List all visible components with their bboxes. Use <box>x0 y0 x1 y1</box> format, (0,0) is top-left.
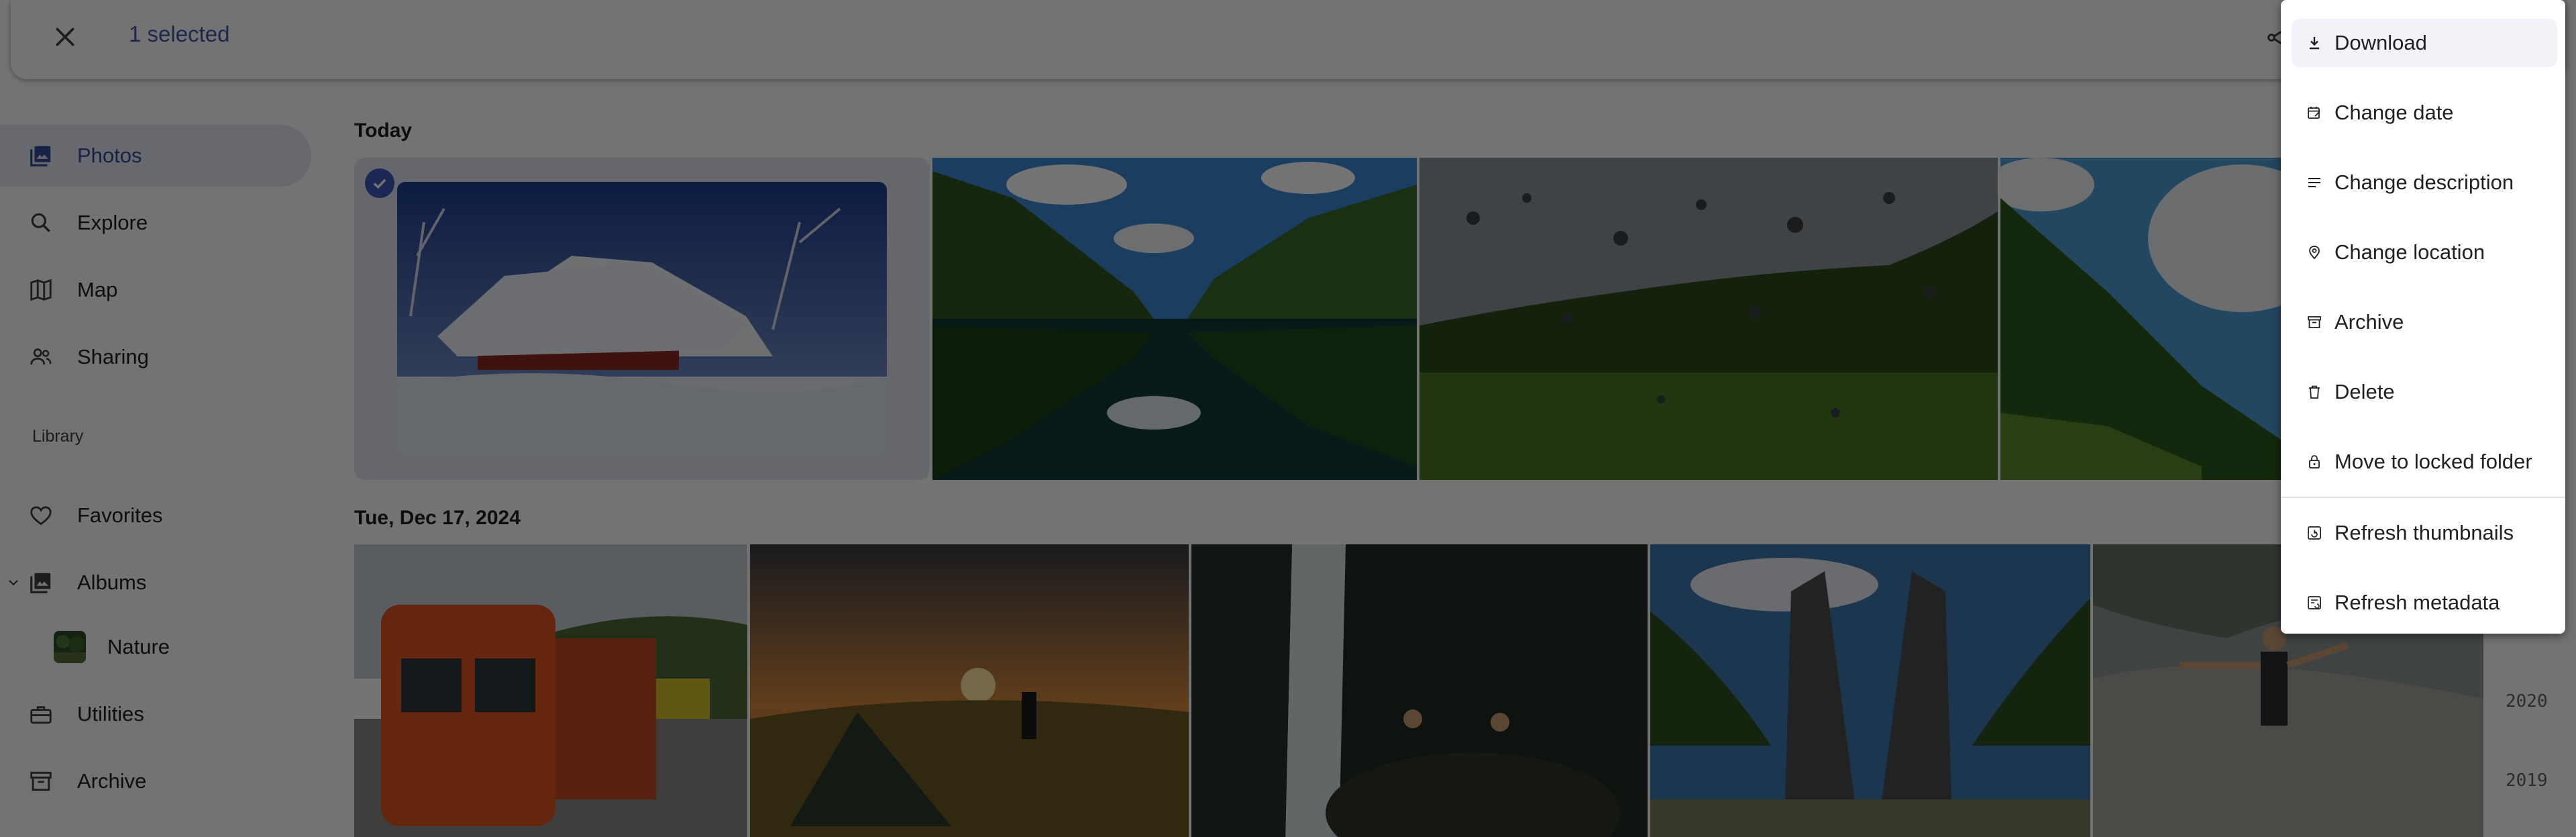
calendar-edit-icon <box>2305 103 2324 122</box>
photo-snow-house[interactable] <box>397 182 887 456</box>
menu-item-download[interactable]: Download <box>2292 19 2557 67</box>
photo-tent-sunset[interactable] <box>750 544 1189 837</box>
sidebar-item-label: Utilities <box>77 702 144 726</box>
menu-item-refresh-thumbnails[interactable]: Refresh thumbnails <box>2281 502 2565 564</box>
year-label-2019[interactable]: 2019 <box>2506 771 2548 791</box>
menu-item-label: Change date <box>2334 101 2454 124</box>
chevron-down-icon[interactable] <box>5 575 21 591</box>
people-icon <box>25 342 56 373</box>
actions-menu: Download Change date Change description … <box>2281 0 2565 634</box>
location-edit-icon <box>2305 243 2324 262</box>
sidebar-item-photos[interactable]: Photos <box>0 125 311 187</box>
selected-count: 1 selected <box>129 21 230 46</box>
sidebar-item-archive[interactable]: Archive <box>0 750 311 812</box>
menu-item-label: Move to locked folder <box>2334 450 2532 473</box>
library-heading: Library <box>32 427 84 446</box>
sidebar-item-favorites[interactable]: Favorites <box>0 485 311 546</box>
refresh-metadata-icon <box>2305 593 2324 612</box>
menu-item-change-description[interactable]: Change description <box>2281 152 2565 213</box>
menu-item-label: Archive <box>2334 310 2404 334</box>
menu-item-change-date[interactable]: Change date <box>2281 82 2565 144</box>
search-icon <box>25 207 56 238</box>
photo-waterfall[interactable] <box>1191 544 1648 837</box>
sidebar-item-label: Favorites <box>77 503 163 527</box>
archive-icon <box>25 766 56 797</box>
sidebar-item-label: Albums <box>77 571 147 594</box>
menu-item-label: Refresh thumbnails <box>2334 521 2514 544</box>
download-icon <box>2305 34 2324 52</box>
heart-icon <box>25 500 56 531</box>
album-icon <box>25 567 56 598</box>
photo-orange-train[interactable] <box>354 544 747 837</box>
sidebar-item-label: Archive <box>77 769 147 793</box>
sidebar-item-label: Map <box>77 278 118 301</box>
menu-item-change-location[interactable]: Change location <box>2281 221 2565 283</box>
menu-item-move-to-locked-folder[interactable]: Move to locked folder <box>2281 431 2565 493</box>
menu-item-label: Refresh metadata <box>2334 591 2500 614</box>
sidebar-item-albums[interactable]: Albums <box>0 552 311 613</box>
photo-raindrops-window[interactable] <box>1419 158 1998 480</box>
album-thumbnail <box>54 631 86 663</box>
date-heading-dec-17: Tue, Dec 17, 2024 <box>354 507 521 529</box>
menu-divider <box>2281 497 2565 498</box>
menu-item-label: Change location <box>2334 240 2485 264</box>
menu-item-label: Download <box>2334 31 2427 54</box>
lock-icon <box>2305 452 2324 471</box>
archive-icon <box>2305 313 2324 332</box>
selection-app-bar: 1 selected <box>11 0 2565 79</box>
sidebar-item-nature-album[interactable]: Nature <box>0 616 311 678</box>
toolbox-icon <box>25 699 56 730</box>
sidebar-item-label: Sharing <box>77 345 149 368</box>
photo-mountain-lake[interactable] <box>932 158 1417 480</box>
menu-item-label: Change description <box>2334 170 2514 194</box>
map-icon <box>25 275 56 305</box>
sidebar: Photos Explore Map Sharing Library Favor… <box>0 101 335 837</box>
sidebar-item-utilities[interactable]: Utilities <box>0 683 311 745</box>
close-selection-button[interactable] <box>46 17 85 56</box>
photos-icon <box>25 140 56 171</box>
close-icon <box>56 28 74 46</box>
refresh-thumbnails-icon <box>2305 524 2324 542</box>
trash-icon <box>2305 383 2324 401</box>
sidebar-item-map[interactable]: Map <box>0 259 311 321</box>
photo-mountain-slope[interactable] <box>2000 158 2281 480</box>
sidebar-item-explore[interactable]: Explore <box>0 192 311 254</box>
menu-item-delete[interactable]: Delete <box>2281 361 2565 423</box>
menu-item-label: Delete <box>2334 380 2395 403</box>
selected-check-icon[interactable] <box>365 168 394 198</box>
sidebar-item-label: Explore <box>77 211 148 234</box>
description-icon <box>2305 173 2324 192</box>
sidebar-item-label: Photos <box>77 144 142 167</box>
menu-item-refresh-metadata[interactable]: Refresh metadata <box>2281 572 2565 634</box>
year-label-2020[interactable]: 2020 <box>2506 691 2548 711</box>
sidebar-item-sharing[interactable]: Sharing <box>0 326 311 388</box>
sidebar-item-label: Nature <box>107 635 170 658</box>
date-heading-today: Today <box>354 119 413 142</box>
menu-item-archive[interactable]: Archive <box>2281 291 2565 353</box>
photo-temple-gate[interactable] <box>1650 544 2090 837</box>
